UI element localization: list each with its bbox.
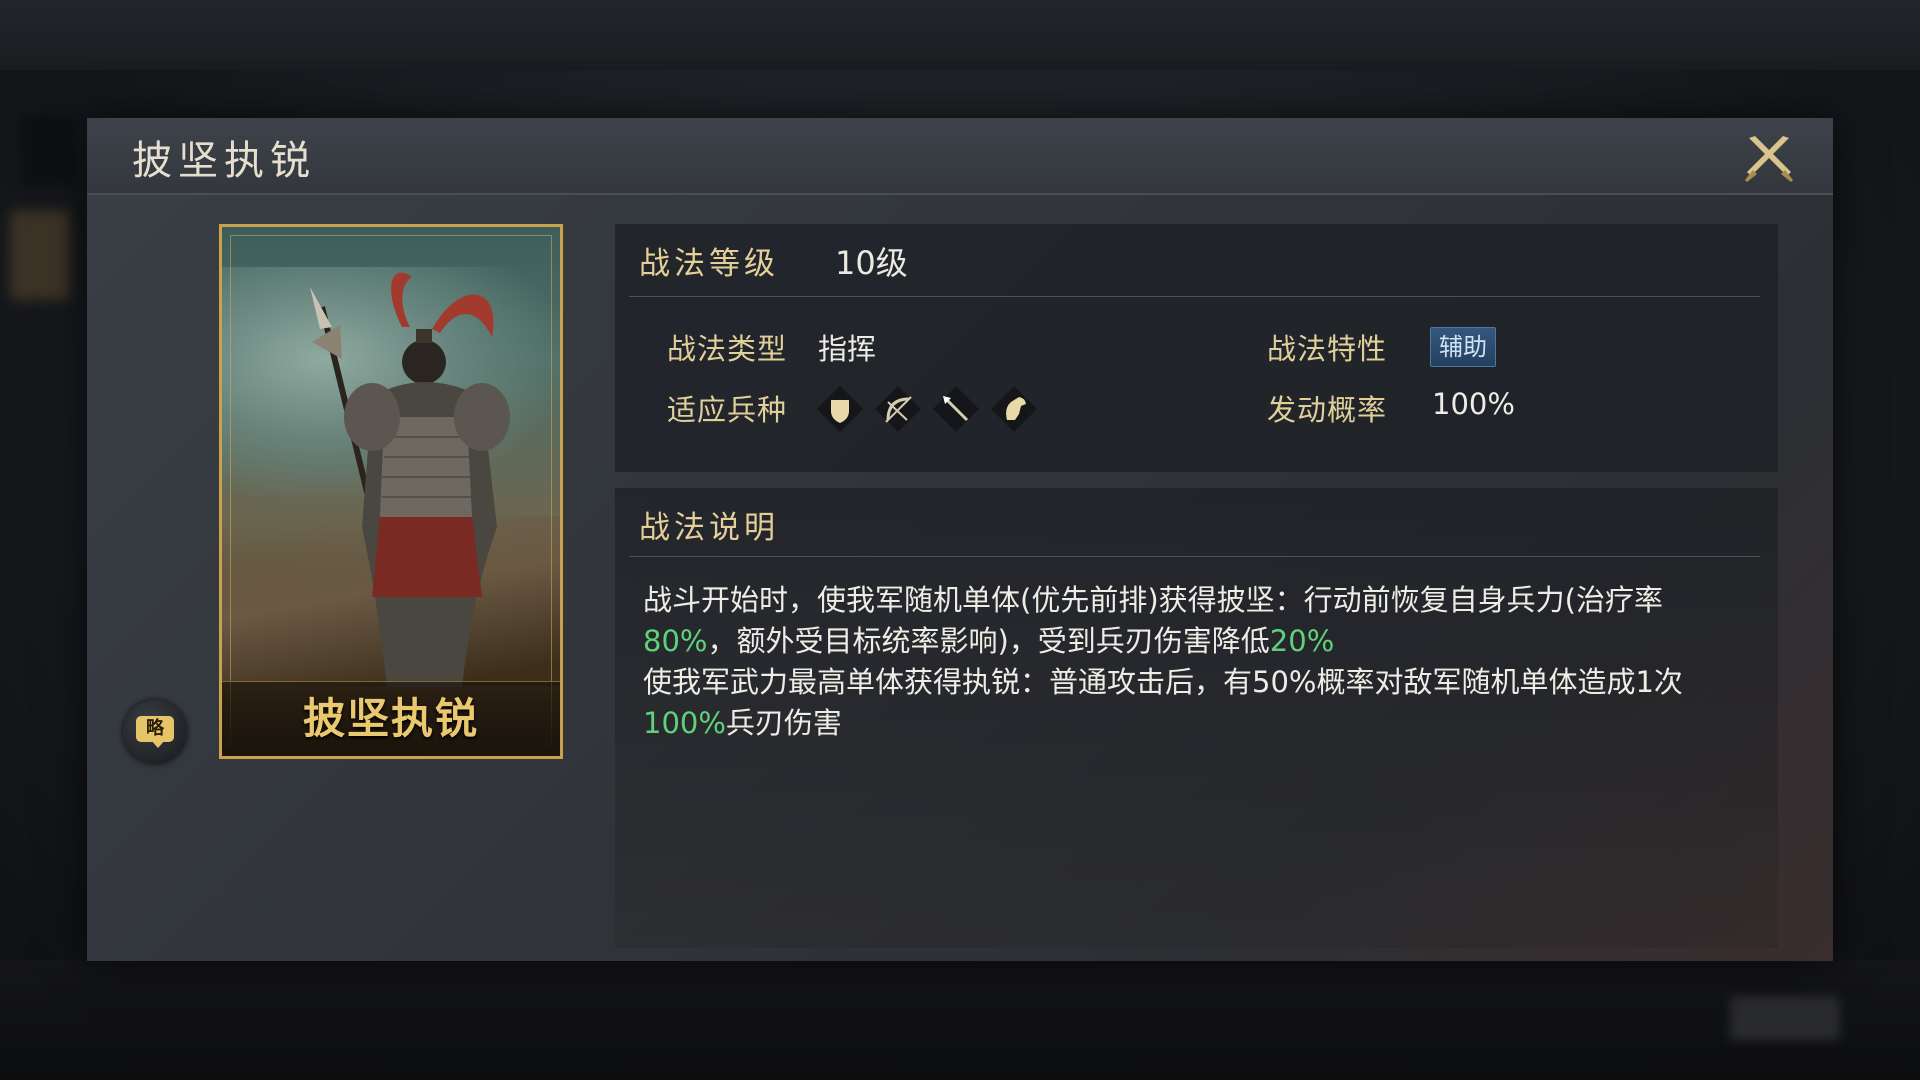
trait-label: 战法特性 [1267,332,1388,366]
info-divider [629,296,1760,297]
background-top-bar [0,0,1920,70]
description-text: 战斗开始时，使我军随机单体(优先前排)获得披坚：行动前恢复自身兵力(治疗率 80%… [643,580,1753,744]
tactic-description-panel: 战法说明 战斗开始时，使我军随机单体(优先前排)获得披坚：行动前恢复自身兵力(治… [615,488,1778,948]
description-segment: ，额外受目标统率影响)，受到兵刃伤害降低 [707,624,1270,658]
strategy-button[interactable]: 略 [123,700,187,764]
shield-icon [817,386,863,432]
card-inner-frame [230,235,552,748]
type-value: 指挥 [818,332,877,366]
rate-value: 100% [1432,387,1515,421]
card-name: 披坚执锐 [302,694,479,743]
tactic-detail-dialog: 披坚执锐 披坚执锐 略 战法等级 10级 战法类型 指挥 战法特性 辅助 适应兵… [87,118,1833,961]
spear-icon [933,386,979,432]
tactic-card: 披坚执锐 [219,224,563,759]
type-label: 战法类型 [667,332,788,366]
horse-icon [991,386,1037,432]
close-button[interactable] [1741,130,1797,186]
description-segment: 使我军武力最高单体获得执锐：普通攻击后，有50%概率对敌军随机单体造成1次 [643,665,1683,699]
level-label: 战法等级 [639,246,779,282]
background-bottom-bar [0,960,1920,1080]
description-segment: 兵刃伤害 [725,706,842,740]
bow-icon [875,386,921,432]
trait-badge: 辅助 [1430,327,1496,367]
troops-label: 适应兵种 [667,393,788,427]
rate-label: 发动概率 [1267,393,1388,427]
card-name-bar: 披坚执锐 [222,681,560,756]
background-left-panel [20,115,75,185]
tactic-info-panel: 战法等级 10级 战法类型 指挥 战法特性 辅助 适应兵种 发动概率 100% [615,224,1778,472]
level-value: 10级 [835,244,908,282]
background-left-tab [10,210,70,300]
close-crossed-blades-icon [1745,136,1793,182]
description-title: 战法说明 [639,510,779,546]
background-bottom-button [1730,996,1840,1040]
dialog-header: 披坚执锐 [87,118,1833,195]
description-highlight: 100% [643,706,726,740]
strategy-bubble-tail [151,740,165,748]
dialog-title: 披坚执锐 [132,138,316,184]
description-divider [629,556,1760,557]
strategy-bubble-icon: 略 [136,716,174,742]
description-highlight: 20% [1269,624,1335,658]
description-segment: 战斗开始时，使我军随机单体(优先前排)获得披坚：行动前恢复自身兵力(治疗率 [643,583,1663,617]
description-highlight: 80% [643,624,708,658]
